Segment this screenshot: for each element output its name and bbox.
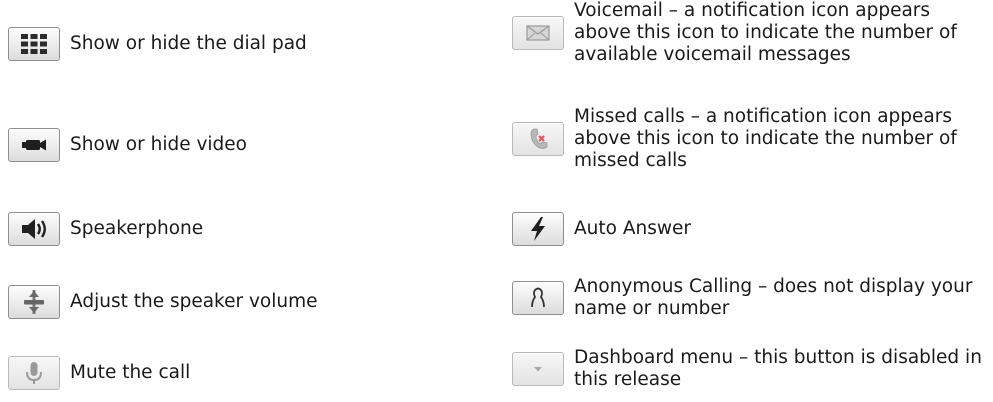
missed-calls-button[interactable] <box>512 122 564 156</box>
dialpad-icon <box>21 34 47 54</box>
dialpad-button[interactable] <box>8 27 60 61</box>
volume-adjust-icon <box>24 290 44 314</box>
voicemail-label: Voicemail – a notification icon appears … <box>574 0 957 65</box>
mute-button[interactable] <box>8 356 60 390</box>
video-label: Show or hide video <box>70 134 248 155</box>
dropdown-arrow-icon <box>534 367 542 372</box>
auto-answer-label: Auto Answer <box>574 218 691 239</box>
speakerphone-label: Speakerphone <box>70 218 204 239</box>
legend-row-dialpad: Show or hide the dial pad <box>8 27 307 61</box>
video-camera-icon <box>22 139 46 151</box>
legend-row-speaker: Speakerphone <box>8 212 203 246</box>
mute-label: Mute the call <box>70 362 191 383</box>
legend-row-video: Show or hide video <box>8 128 247 162</box>
dialpad-label: Show or hide the dial pad <box>70 33 307 54</box>
volume-button[interactable] <box>8 285 60 319</box>
missed-calls-label: Missed calls – a notification icon appea… <box>574 106 957 171</box>
legend-row-mute: Mute the call <box>8 356 190 390</box>
legend-row-auto-answer: Auto Answer <box>512 212 691 246</box>
lightning-icon <box>531 217 545 241</box>
speakerphone-button[interactable] <box>8 212 60 246</box>
legend-row-missed-calls: Missed calls – a notification icon appea… <box>512 106 993 172</box>
speaker-icon <box>22 219 46 239</box>
legend-row-volume: Adjust the speaker volume <box>8 285 318 319</box>
auto-answer-button[interactable] <box>512 212 564 246</box>
legend-row-dashboard-menu: Dashboard menu – this button is disabled… <box>512 347 993 391</box>
microphone-icon <box>26 362 42 384</box>
dashboard-menu-button[interactable] <box>512 352 564 386</box>
dashboard-menu-label: Dashboard menu – this button is disabled… <box>574 347 982 390</box>
video-button[interactable] <box>8 128 60 162</box>
voicemail-button[interactable] <box>512 16 564 50</box>
anonymous-calling-button[interactable] <box>512 281 564 315</box>
legend-row-anonymous: Anonymous Calling – does not display you… <box>512 276 993 320</box>
missed-call-icon <box>530 128 548 149</box>
envelope-icon <box>526 25 550 41</box>
legend-row-voicemail: Voicemail – a notification icon appears … <box>512 0 992 66</box>
anonymous-label: Anonymous Calling – does not display you… <box>574 276 973 319</box>
volume-label: Adjust the speaker volume <box>70 291 318 312</box>
anonymous-icon <box>531 287 545 308</box>
